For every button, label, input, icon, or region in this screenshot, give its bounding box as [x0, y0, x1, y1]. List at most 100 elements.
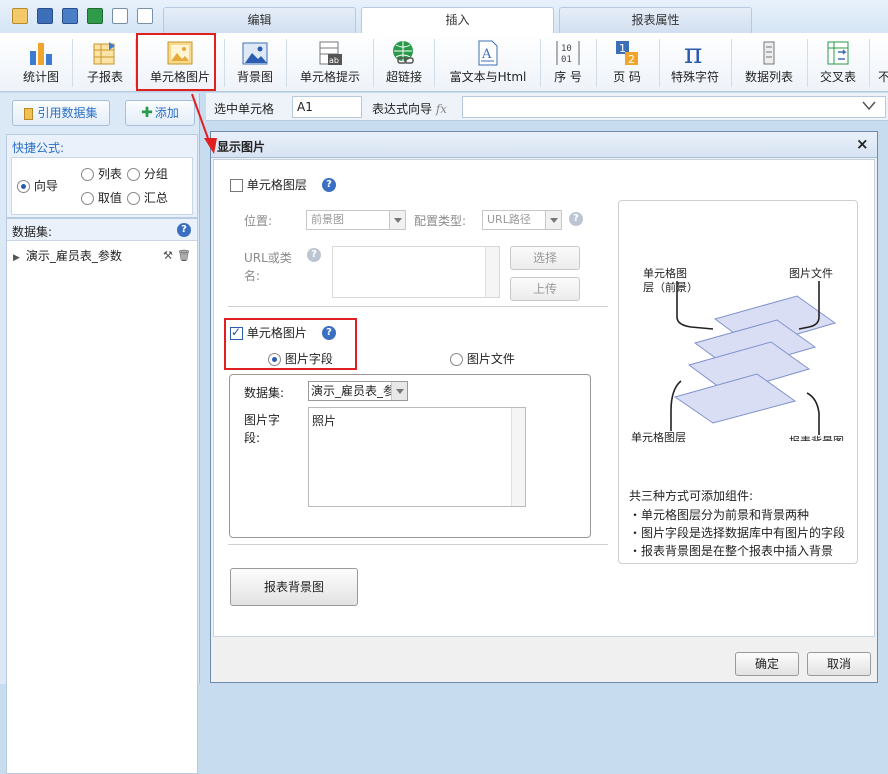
- save-icon[interactable]: [37, 8, 53, 24]
- ribbon-subreport-button[interactable]: 子报表: [80, 35, 130, 89]
- ribbon-cell-tip-button[interactable]: ab 单元格提示: [293, 35, 367, 89]
- add-dataset-label: 添加: [154, 106, 179, 120]
- radio-group[interactable]: 分组: [127, 165, 168, 182]
- radio-value[interactable]: 取值: [81, 189, 122, 206]
- ribbon-background-image-label: 背景图: [236, 70, 273, 84]
- ribbon-toolbar: 统计图 子报表 单元格图片 背景图 ab 单元格提示 超链接 A 富文本与Htm…: [0, 33, 888, 92]
- expression-wizard-button[interactable]: 表达式向导 fx: [372, 100, 447, 117]
- dialog-header: 显示图片 ×: [211, 132, 877, 158]
- ok-button[interactable]: 确定: [735, 652, 799, 676]
- open-folder-icon[interactable]: [12, 8, 28, 24]
- expression-input[interactable]: [462, 96, 886, 118]
- svg-text:01: 01: [561, 55, 572, 65]
- ribbon-background-image-button[interactable]: 背景图: [232, 35, 278, 89]
- upload-button-label: 上传: [532, 282, 557, 296]
- config-type-help-icon[interactable]: ?: [569, 212, 583, 226]
- image-field-scrollbar[interactable]: [511, 408, 525, 506]
- ribbon-hyperlink-button[interactable]: 超链接: [381, 35, 427, 89]
- config-type-label: 配置类型:: [414, 214, 467, 228]
- ribbon-special-char-button[interactable]: π 特殊字符: [665, 35, 725, 89]
- radio-image-field[interactable]: 图片字段: [268, 350, 333, 367]
- expand-arrow-icon[interactable]: ▶: [13, 253, 20, 263]
- cell-tip-icon: ab: [319, 41, 342, 65]
- tab-insert[interactable]: 插入: [361, 7, 554, 34]
- divider: [228, 306, 608, 307]
- ribbon-data-list-button[interactable]: 数据列表: [738, 35, 800, 89]
- preview-icon[interactable]: [112, 8, 128, 24]
- image-field-label-line2: 段:: [244, 431, 261, 445]
- svg-text:1: 1: [619, 42, 626, 55]
- rich-text-icon: A: [478, 40, 498, 66]
- chevron-down-icon[interactable]: [861, 100, 877, 112]
- sequence-icon: 1001: [556, 41, 580, 65]
- cancel-button-label: 取消: [826, 657, 851, 671]
- save-as-icon[interactable]: [62, 8, 78, 24]
- dataset-title: 数据集:: [12, 225, 53, 239]
- url-textarea[interactable]: [332, 246, 500, 298]
- subreport-icon: [93, 42, 115, 65]
- radio-image-file-indicator: [450, 353, 463, 366]
- radio-list[interactable]: 列表: [81, 165, 122, 182]
- crosstab-icon: [827, 41, 849, 65]
- delete-dataset-icon[interactable]: 🗑: [177, 249, 191, 262]
- zoom-icon[interactable]: [137, 8, 153, 24]
- fx-icon: fx: [435, 102, 448, 116]
- ribbon-page-number-button[interactable]: 12 页 码: [602, 35, 652, 89]
- database-icon: [24, 107, 34, 120]
- position-select[interactable]: 前景图: [306, 210, 406, 230]
- image-field-list-item[interactable]: 照片: [312, 412, 336, 429]
- config-type-value: URL路径: [487, 213, 531, 226]
- radio-image-field-label: 图片字段: [284, 352, 333, 366]
- cell-image-help-icon[interactable]: ?: [322, 326, 336, 340]
- config-type-select[interactable]: URL路径: [482, 210, 562, 230]
- description-line-1: ・单元格图层分为前景和背景两种: [629, 508, 810, 522]
- image-dataset-select[interactable]: 演示_雇员表_参: [308, 381, 408, 401]
- plus-icon: ✚: [141, 105, 153, 121]
- reference-dataset-button[interactable]: 引用数据集: [12, 100, 110, 126]
- tab-report-properties[interactable]: 报表属性: [559, 7, 752, 33]
- cell-layer-help-icon[interactable]: ?: [322, 178, 336, 192]
- ribbon-crosstab-button[interactable]: 交叉表: [814, 35, 862, 89]
- description-line-3: ・报表背景图是在整个报表中插入背景: [629, 544, 834, 558]
- ribbon-rich-text-button[interactable]: A 富文本与Html: [442, 35, 534, 89]
- close-icon[interactable]: ×: [856, 135, 869, 153]
- cell-layer-checkbox[interactable]: 单元格图层: [230, 176, 307, 193]
- dataset-help-icon[interactable]: ?: [177, 223, 191, 237]
- radio-summary[interactable]: 汇总: [127, 189, 168, 206]
- dialog-title: 显示图片: [217, 140, 266, 154]
- radio-value-indicator: [81, 192, 94, 205]
- report-background-button[interactable]: 报表背景图: [230, 568, 358, 606]
- url-help-icon[interactable]: ?: [307, 248, 321, 262]
- left-panel: 引用数据集 ✚ 添加 快捷公式: 向导 列表 分组 取值 汇总 数据集: ? ▶ 演…: [0, 93, 200, 774]
- svg-text:10: 10: [561, 44, 572, 54]
- radio-group-label: 分组: [143, 167, 168, 181]
- ribbon-page-number-label: 页 码: [613, 70, 641, 84]
- position-label: 位置:: [244, 214, 273, 228]
- cell-image-checkbox[interactable]: 单元格图片: [230, 324, 307, 341]
- tab-edit[interactable]: 编辑: [163, 7, 356, 33]
- ribbon-chart-button[interactable]: 统计图: [18, 35, 64, 89]
- excel-export-icon[interactable]: [87, 8, 103, 24]
- cancel-button[interactable]: 取消: [807, 652, 871, 676]
- diagram-label-background: 报表背景图: [789, 433, 844, 441]
- select-button[interactable]: 选择: [510, 246, 580, 270]
- edit-dataset-icon[interactable]: ⚒: [163, 249, 173, 262]
- url-scrollbar[interactable]: [485, 247, 499, 297]
- url-label: URL或类: [244, 251, 292, 265]
- radio-image-file[interactable]: 图片文件: [450, 350, 515, 367]
- radio-image-field-indicator: [268, 353, 281, 366]
- tab-report-properties-label: 报表属性: [631, 13, 680, 27]
- add-dataset-button[interactable]: ✚ 添加: [125, 100, 195, 126]
- image-field-list[interactable]: 照片: [308, 407, 526, 507]
- cell-reference-field[interactable]: A1: [292, 96, 362, 118]
- ribbon-more-button[interactable]: 不: [874, 35, 888, 89]
- dialog-body: 单元格图层 ? 位置: 前景图 配置类型: URL路径 ? URL或类 名: ?…: [213, 159, 875, 637]
- image-dataset-label: 数据集:: [244, 386, 285, 400]
- radio-guide[interactable]: 向导: [17, 177, 58, 194]
- diagram-label-back-layer: 单元格图层: [631, 431, 686, 444]
- upload-button[interactable]: 上传: [510, 277, 580, 301]
- ribbon-sequence-button[interactable]: 10 01 序 号: [546, 35, 590, 89]
- ribbon-subreport-label: 子报表: [86, 70, 123, 84]
- ribbon-special-char-label: 特殊字符: [670, 70, 719, 84]
- dataset-tree-item[interactable]: ▶ 演示_雇员表_参数: [13, 247, 122, 264]
